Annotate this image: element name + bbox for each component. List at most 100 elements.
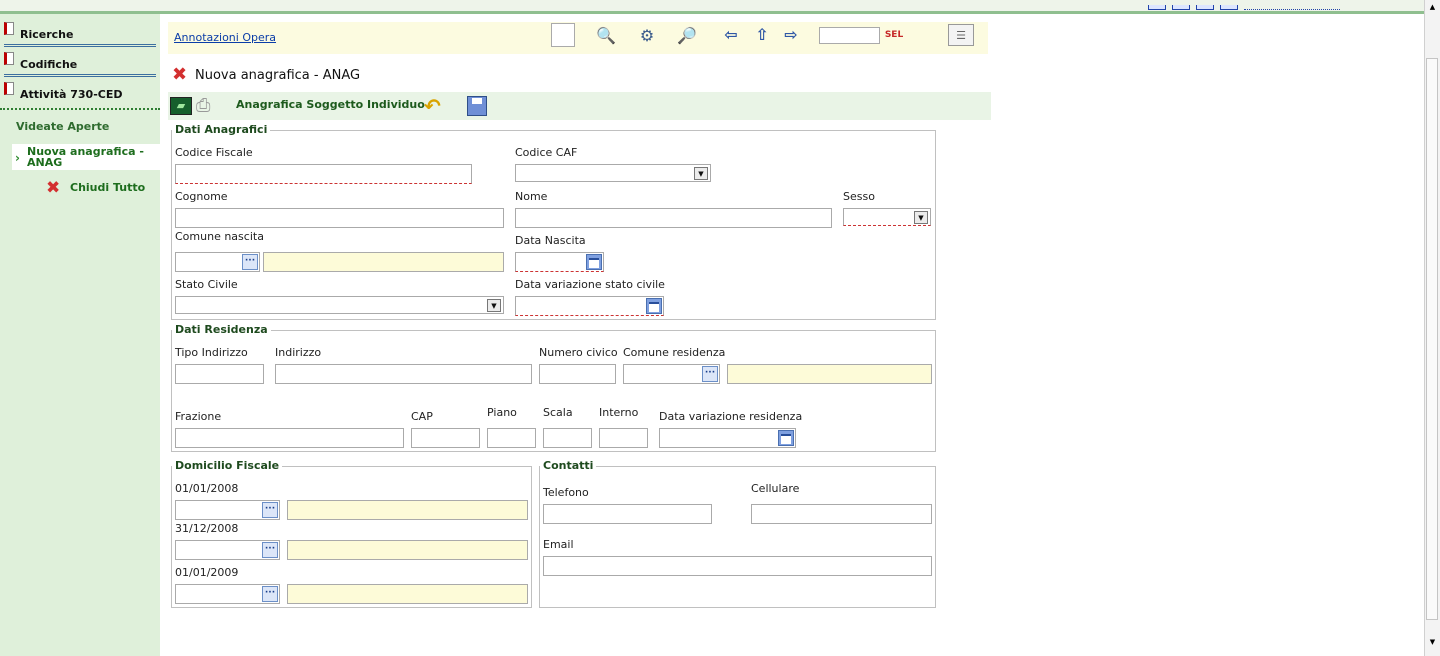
dati-anagrafici-legend: Dati Anagrafici — [172, 123, 271, 136]
indirizzo-field[interactable] — [275, 364, 532, 384]
open-view-item[interactable]: › Nuova anagrafica - ANAG — [12, 144, 160, 170]
cap-label: CAP — [411, 410, 433, 423]
calendar-icon[interactable] — [646, 298, 662, 314]
open-view-label: Nuova anagrafica - ANAG — [27, 145, 144, 169]
comune-residenza-label: Comune residenza — [623, 346, 726, 359]
arrow-right-icon[interactable]: ⇨ — [780, 23, 802, 45]
sidebar-item-codifiche[interactable]: Codifiche — [4, 52, 156, 74]
magnifier-gear-icon[interactable]: ⚙ — [636, 24, 658, 46]
codice-caf-select[interactable]: ▼ — [515, 164, 711, 182]
lookup-icon[interactable]: ··· — [702, 366, 718, 382]
numero-civico-label: Numero civico — [539, 346, 618, 359]
email-label: Email — [543, 538, 574, 551]
domicilio-fiscale-legend: Domicilio Fiscale — [172, 459, 283, 472]
stato-civile-select[interactable]: ▼ — [175, 296, 504, 314]
domicilio-code-field[interactable]: ··· — [175, 500, 280, 520]
scala-label: Scala — [543, 406, 573, 419]
frazione-field[interactable] — [175, 428, 404, 448]
undo-icon[interactable]: ↶ — [424, 94, 441, 118]
interno-label: Interno — [599, 406, 639, 419]
tipo-indirizzo-field[interactable] — [175, 364, 264, 384]
arrow-left-icon[interactable]: ⇦ — [720, 23, 742, 45]
codice-fiscale-field[interactable] — [175, 164, 472, 184]
magnifier-icon[interactable]: 🔎 — [676, 24, 698, 46]
domicilio-code-field[interactable]: ··· — [175, 540, 280, 560]
indirizzo-label: Indirizzo — [275, 346, 322, 359]
nome-field[interactable] — [515, 208, 832, 228]
data-variazione-stato-civile-label: Data variazione stato civile — [515, 278, 665, 291]
lookup-icon[interactable]: ··· — [262, 586, 278, 602]
telefono-label: Telefono — [543, 486, 589, 499]
scroll-up-icon[interactable]: ▲ — [1425, 0, 1440, 14]
comune-residenza-code-field[interactable]: ··· — [623, 364, 720, 384]
numero-civico-field[interactable] — [539, 364, 616, 384]
window-icon[interactable] — [1148, 5, 1166, 10]
email-field[interactable] — [543, 556, 932, 576]
codice-fiscale-label: Codice Fiscale — [175, 146, 253, 159]
data-nascita-field[interactable] — [515, 252, 604, 272]
arrow-up-icon[interactable]: ⇧ — [751, 23, 773, 45]
scroll-thumb[interactable] — [1426, 58, 1438, 620]
window-icon[interactable] — [1172, 5, 1190, 10]
close-icon[interactable]: ✖ — [172, 66, 187, 84]
scala-field[interactable] — [543, 428, 592, 448]
tipo-indirizzo-label: Tipo Indirizzo — [175, 346, 248, 359]
magnifier-doc-icon[interactable]: 🔍 — [595, 24, 617, 46]
data-nascita-label: Data Nascita — [515, 234, 586, 247]
lookup-icon[interactable]: ··· — [262, 542, 278, 558]
printer-icon[interactable]: ⎙ — [196, 95, 218, 117]
domicilio-desc-field — [287, 540, 528, 560]
sidebar-item-label: Attività 730-CED — [20, 88, 123, 101]
cap-field[interactable] — [411, 428, 480, 448]
data-variazione-stato-civile-field[interactable] — [515, 296, 664, 316]
sidebar — [0, 14, 160, 656]
calendar-icon[interactable] — [586, 254, 602, 270]
cognome-field[interactable] — [175, 208, 504, 228]
sesso-select[interactable]: ▼ — [843, 208, 931, 226]
chevron-down-icon[interactable]: ▼ — [914, 211, 928, 224]
close-all-label: Chiudi Tutto — [70, 181, 146, 194]
cellulare-field[interactable] — [751, 504, 932, 524]
page-title: Nuova anagrafica - ANAG — [195, 68, 361, 83]
domicilio-code-field[interactable]: ··· — [175, 584, 280, 604]
window-icon[interactable] — [1196, 5, 1214, 10]
domicilio-date-label: 31/12/2008 — [175, 522, 239, 535]
monitor-icon[interactable]: ▰ — [170, 97, 192, 115]
toolbar-search-input[interactable] — [819, 27, 880, 44]
sidebar-item-label: Ricerche — [20, 28, 74, 41]
piano-field[interactable] — [487, 428, 536, 448]
book-icon — [4, 52, 14, 65]
scroll-down-icon[interactable]: ▼ — [1425, 634, 1440, 650]
book-icon — [4, 22, 14, 35]
domicilio-desc-field — [287, 584, 528, 604]
domicilio-desc-field — [287, 500, 528, 520]
sidebar-divider — [0, 108, 160, 110]
data-variazione-residenza-field[interactable] — [659, 428, 796, 448]
id-card-icon[interactable]: ☰ — [948, 24, 974, 46]
sel-go-icon[interactable]: SEL — [883, 24, 905, 46]
top-link[interactable] — [1244, 9, 1340, 10]
save-icon[interactable] — [467, 96, 487, 116]
form-title: Anagrafica Soggetto Individuo — [236, 98, 425, 111]
window-icon[interactable] — [1220, 5, 1238, 10]
sidebar-item-attivita[interactable]: Attività 730-CED — [4, 82, 156, 104]
book-icon — [4, 82, 14, 95]
domicilio-date-label: 01/01/2008 — [175, 482, 239, 495]
sidebar-item-ricerche[interactable]: Ricerche — [4, 22, 156, 44]
lookup-icon[interactable]: ··· — [242, 254, 258, 270]
annotazioni-link[interactable]: Annotazioni Opera — [174, 31, 276, 44]
top-icon-strip — [1148, 0, 1346, 10]
calendar-icon[interactable] — [778, 430, 794, 446]
chevron-down-icon[interactable]: ▼ — [694, 167, 708, 180]
piano-label: Piano — [487, 406, 517, 419]
toolbar-blank-button[interactable] — [551, 23, 575, 47]
open-views-title: Videate Aperte — [16, 120, 110, 133]
lookup-icon[interactable]: ··· — [262, 502, 278, 518]
chevron-down-icon[interactable]: ▼ — [487, 299, 501, 312]
telefono-field[interactable] — [543, 504, 712, 524]
comune-nascita-code-field[interactable]: ··· — [175, 252, 260, 272]
dati-residenza-legend: Dati Residenza — [172, 323, 271, 336]
interno-field[interactable] — [599, 428, 648, 448]
stato-civile-label: Stato Civile — [175, 278, 238, 291]
frazione-label: Frazione — [175, 410, 222, 423]
